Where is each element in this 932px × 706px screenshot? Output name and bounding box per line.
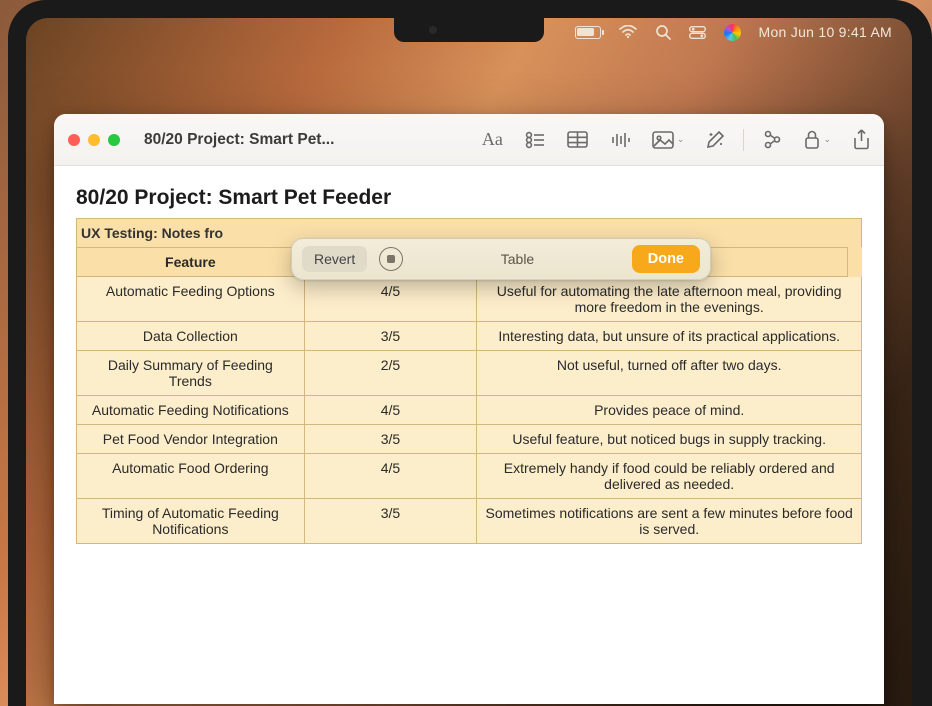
revert-button[interactable]: Revert	[302, 246, 367, 272]
window-controls	[68, 134, 120, 146]
notes-window: 80/20 Project: Smart Pet... Aa ⌄	[54, 114, 884, 704]
cell-rating[interactable]: 3/5	[304, 322, 477, 351]
cell-rating[interactable]: 2/5	[304, 351, 477, 396]
table-row[interactable]: Data Collection3/5Interesting data, but …	[77, 322, 862, 351]
cell-feature[interactable]: Pet Food Vendor Integration	[77, 425, 305, 454]
minimize-window-button[interactable]	[88, 134, 100, 146]
table-row[interactable]: Daily Summary of Feeding Trends2/5Not us…	[77, 351, 862, 396]
cell-rating[interactable]: 4/5	[304, 454, 477, 499]
table-button[interactable]	[567, 131, 588, 148]
table-row[interactable]: Automatic Food Ordering4/5Extremely hand…	[77, 454, 862, 499]
battery-icon[interactable]	[575, 26, 601, 39]
table-row[interactable]: Pet Food Vendor Integration3/5Useful fea…	[77, 425, 862, 454]
col-header-feature[interactable]: Feature	[77, 248, 305, 277]
cell-feature[interactable]: Automatic Feeding Notifications	[77, 396, 305, 425]
table-row[interactable]: Automatic Feeding Notifications4/5Provid…	[77, 396, 862, 425]
spotlight-icon[interactable]	[655, 24, 671, 40]
cell-comments[interactable]: Not useful, turned off after two days.	[477, 351, 862, 396]
titlebar: 80/20 Project: Smart Pet... Aa ⌄	[54, 114, 884, 166]
checklist-button[interactable]	[525, 131, 545, 149]
menubar-datetime[interactable]: Mon Jun 10 9:41 AM	[759, 24, 892, 40]
zoom-window-button[interactable]	[108, 134, 120, 146]
cell-comments[interactable]: Useful for automating the late afternoon…	[477, 277, 862, 322]
control-center-icon[interactable]	[689, 26, 706, 39]
table-row[interactable]: Timing of Automatic Feeding Notification…	[77, 499, 862, 544]
audio-button[interactable]	[610, 131, 630, 149]
wifi-icon[interactable]	[619, 25, 637, 39]
toolbar: Aa ⌄	[482, 129, 870, 151]
link-button[interactable]	[762, 130, 782, 149]
cell-feature[interactable]: Automatic Food Ordering	[77, 454, 305, 499]
cell-comments[interactable]: Provides peace of mind.	[477, 396, 862, 425]
laptop-notch	[394, 18, 544, 42]
toolbar-separator	[743, 129, 744, 151]
cell-rating[interactable]: 3/5	[304, 499, 477, 544]
window-title: 80/20 Project: Smart Pet...	[144, 131, 334, 149]
table-row[interactable]: Automatic Feeding Options4/5Useful for a…	[77, 277, 862, 322]
writing-tools-button[interactable]	[706, 130, 725, 149]
close-window-button[interactable]	[68, 134, 80, 146]
table-edit-popover: Revert Table Done	[291, 238, 711, 280]
ux-table[interactable]: Feature Rating Comments Automatic Feedin…	[76, 247, 862, 544]
cell-feature[interactable]: Data Collection	[77, 322, 305, 351]
siri-icon[interactable]	[724, 24, 741, 41]
document-title: 80/20 Project: Smart Pet Feeder	[76, 186, 862, 210]
cell-feature[interactable]: Timing of Automatic Feeding Notification…	[77, 499, 305, 544]
format-button[interactable]: Aa	[482, 129, 503, 150]
cell-rating[interactable]: 4/5	[304, 277, 477, 322]
cell-rating[interactable]: 3/5	[304, 425, 477, 454]
media-button[interactable]: ⌄	[652, 131, 685, 149]
share-button[interactable]	[853, 129, 870, 150]
lock-button[interactable]: ⌄	[804, 130, 831, 149]
cell-feature[interactable]: Daily Summary of Feeding Trends	[77, 351, 305, 396]
cell-comments[interactable]: Extremely handy if food could be reliabl…	[477, 454, 862, 499]
popover-mode-label: Table	[415, 251, 620, 267]
cell-rating[interactable]: 4/5	[304, 396, 477, 425]
stop-processing-button[interactable]	[379, 247, 403, 271]
done-button[interactable]: Done	[632, 245, 700, 273]
cell-comments[interactable]: Sometimes notifications are sent a few m…	[477, 499, 862, 544]
cell-feature[interactable]: Automatic Feeding Options	[77, 277, 305, 322]
cell-comments[interactable]: Useful feature, but noticed bugs in supp…	[477, 425, 862, 454]
cell-comments[interactable]: Interesting data, but unsure of its prac…	[477, 322, 862, 351]
